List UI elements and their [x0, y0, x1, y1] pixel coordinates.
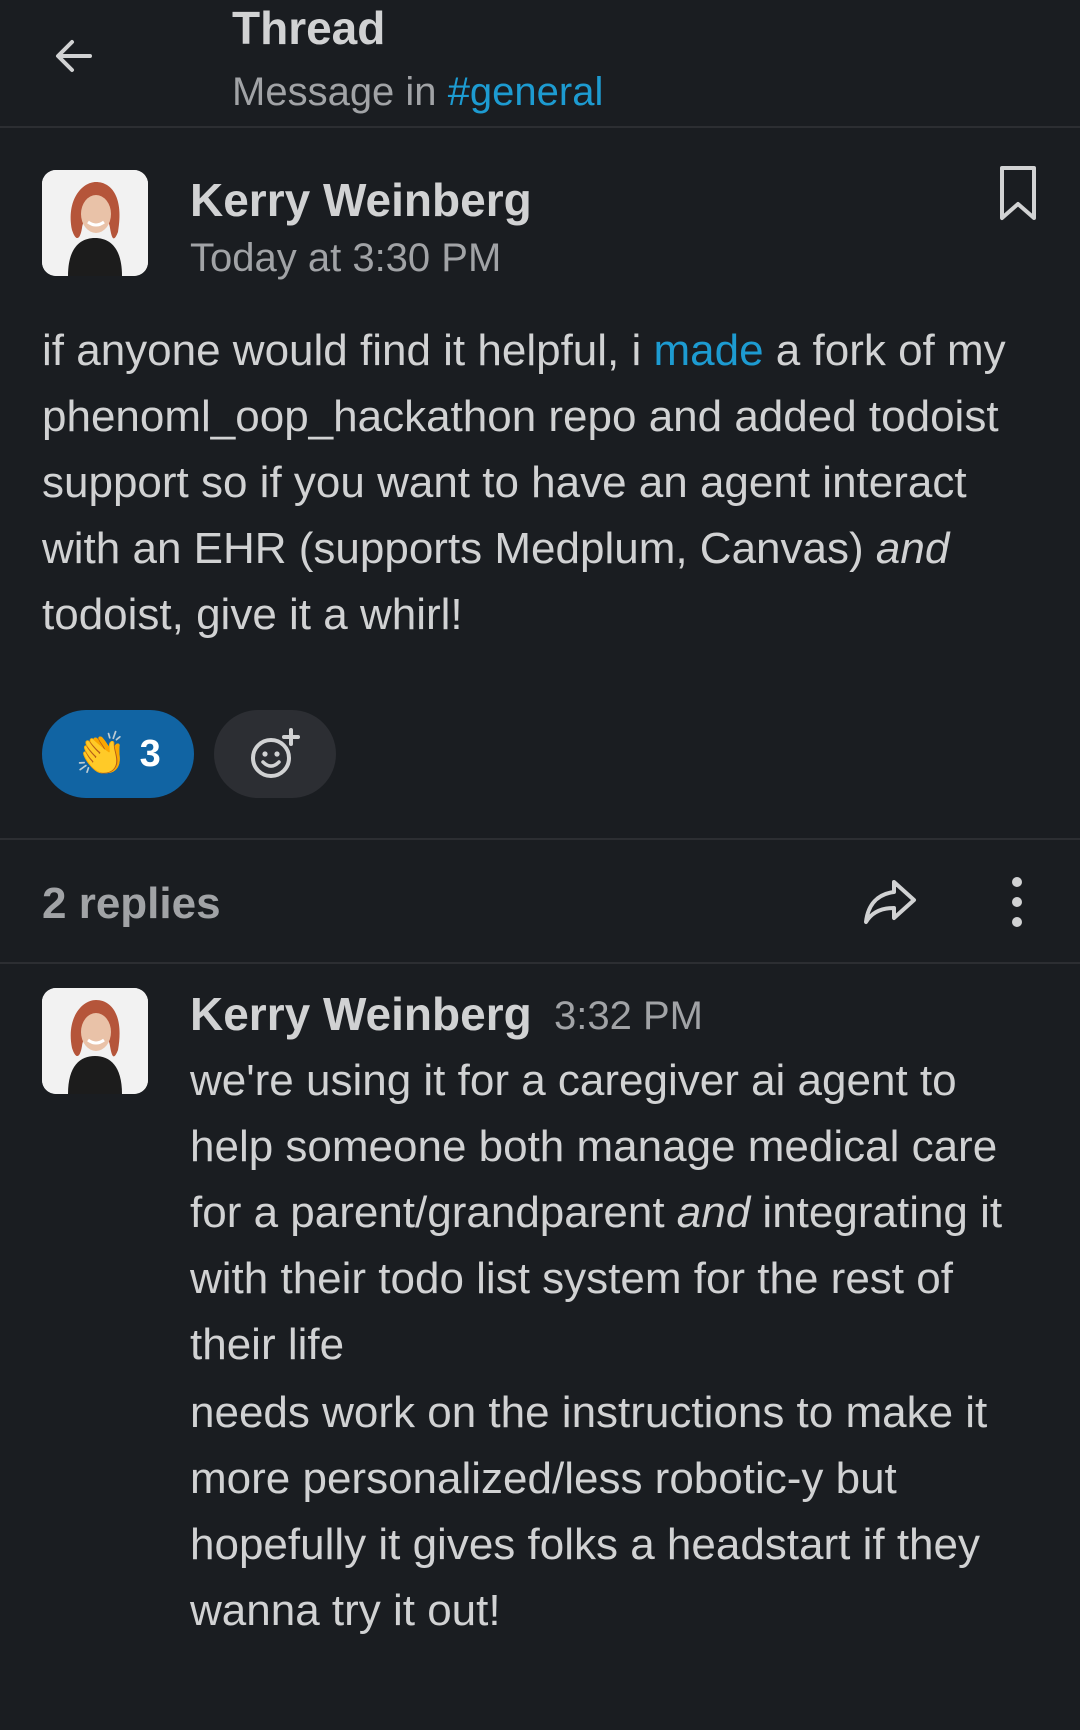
message-author[interactable]: Kerry Weinberg	[190, 172, 532, 228]
reply-paragraph-1: we're using it for a caregiver ai agent …	[190, 1048, 1050, 1378]
share-button[interactable]	[862, 876, 918, 928]
channel-link[interactable]: #general	[448, 70, 604, 114]
message-timestamp: Today at 3:30 PM	[190, 236, 502, 280]
reply-timestamp: 3:32 PM	[554, 994, 703, 1038]
avatar[interactable]	[42, 170, 148, 276]
clap-icon: 👏	[75, 730, 128, 777]
reply-emphasis: and	[676, 1188, 751, 1237]
replies-count: 2 replies	[42, 879, 221, 928]
message-text-part: todoist, give it a whirl!	[42, 590, 463, 639]
avatar-image	[42, 170, 148, 276]
avatar[interactable]	[42, 988, 148, 1094]
page-title: Thread	[232, 2, 386, 54]
add-reaction-button[interactable]	[214, 710, 336, 798]
replies-bar: 2 replies	[0, 840, 1080, 964]
message-link[interactable]: made	[654, 326, 764, 375]
reaction-count: 3	[139, 732, 161, 775]
header-subtitle: Message in #general	[232, 66, 603, 118]
thread-header: Thread Message in #general	[0, 0, 1080, 128]
back-arrow-icon	[56, 40, 92, 72]
message-emphasis: and	[875, 524, 950, 573]
share-icon	[864, 880, 916, 924]
clap-reaction[interactable]: 👏 3	[42, 710, 194, 798]
reply-author[interactable]: Kerry Weinberg	[190, 986, 532, 1042]
back-button[interactable]	[44, 28, 104, 84]
bookmark-button[interactable]	[994, 164, 1042, 224]
subtitle-prefix: Message in	[232, 70, 437, 114]
more-vertical-icon	[1012, 877, 1022, 927]
message-text: if anyone would find it helpful, i made …	[42, 318, 1042, 648]
add-emoji-icon	[251, 728, 300, 778]
message-text-part: if anyone would find it helpful, i	[42, 326, 654, 375]
reply-paragraph-2: needs work on the instructions to make i…	[190, 1388, 988, 1635]
avatar-image	[42, 988, 148, 1094]
more-options-button[interactable]	[1000, 874, 1034, 930]
bookmark-icon	[1000, 166, 1036, 220]
